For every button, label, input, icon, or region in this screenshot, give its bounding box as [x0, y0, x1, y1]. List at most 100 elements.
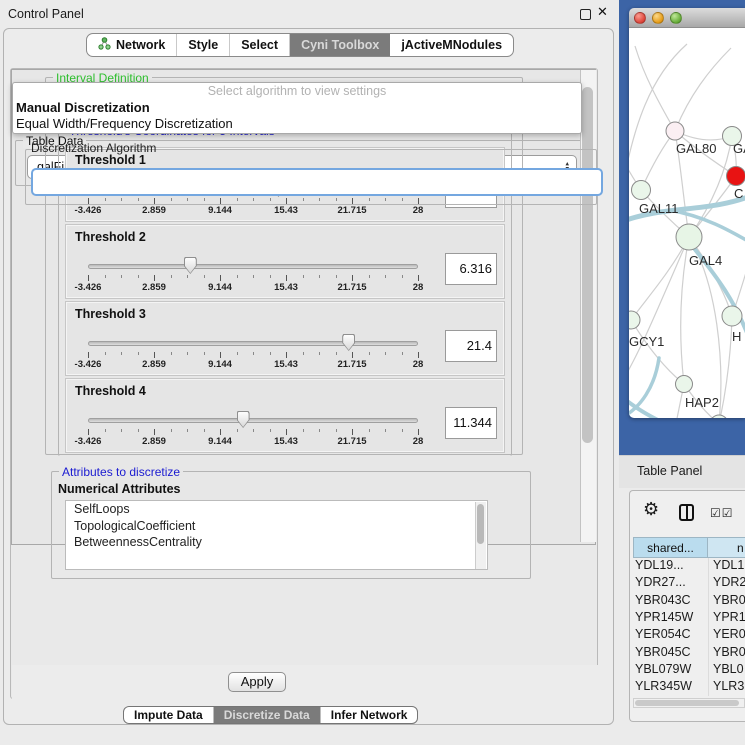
table-hscrollbar-thumb[interactable] — [635, 700, 739, 706]
network-edge[interactable] — [631, 320, 684, 384]
table-row[interactable]: YLR345W YLR3 — [633, 679, 745, 696]
cell-shared-name[interactable]: YDR27... — [635, 575, 686, 589]
tick — [171, 429, 172, 432]
tick — [237, 275, 238, 278]
cell-shared-name[interactable]: YER054C — [635, 627, 691, 641]
threshold-value-field[interactable]: 6.316 — [445, 253, 497, 285]
network-node-gcy1[interactable] — [629, 311, 640, 329]
tick — [336, 275, 337, 278]
apply-button[interactable]: Apply — [228, 672, 286, 692]
tick-label: 21.715 — [337, 205, 366, 216]
tick — [237, 352, 238, 355]
table-row[interactable]: YDL19... YDL1 — [633, 558, 745, 575]
table-row[interactable]: YER054C YER0 — [633, 627, 745, 644]
tab-impute-data[interactable]: Impute Data — [124, 707, 214, 723]
attribute-item-topologicalcoefficient[interactable]: TopologicalCoefficient — [66, 518, 487, 535]
network-edge[interactable] — [629, 44, 687, 196]
cell-shared-name[interactable]: YPR145W — [635, 610, 693, 624]
algorithm-option-equal-width-frequency-discretization[interactable]: Equal Width/Frequency Discretization — [13, 116, 581, 132]
algorithm-option-manual-discretization[interactable]: Manual Discretization — [13, 100, 581, 116]
slider-thumb[interactable] — [184, 257, 197, 274]
tab-select[interactable]: Select — [230, 34, 290, 56]
cell-shared-name[interactable]: YDL19... — [635, 558, 684, 572]
cell-shared-name[interactable]: YLR345W — [635, 679, 692, 693]
cell-name[interactable]: YBL0 — [713, 662, 744, 676]
network-edge[interactable] — [631, 237, 689, 320]
tick — [154, 352, 155, 358]
threshold-value-field[interactable]: 11.344 — [445, 407, 497, 439]
tick — [303, 429, 304, 432]
tab-network[interactable]: Network — [87, 34, 177, 56]
slider-thumb[interactable] — [237, 411, 250, 428]
network-edge-highlighted[interactable] — [629, 358, 659, 418]
network-node-gal4[interactable] — [676, 224, 702, 250]
column-header-name[interactable]: n — [708, 537, 745, 558]
cell-name[interactable]: YER0 — [713, 627, 745, 641]
algorithm-hint-option[interactable]: Select algorithm to view settings — [13, 83, 581, 100]
network-node[interactable] — [710, 415, 728, 418]
tick — [204, 429, 205, 432]
window-title: Control Panel — [8, 7, 84, 21]
network-node-gal11[interactable] — [632, 181, 651, 200]
cell-shared-name[interactable]: YBL079W — [635, 662, 691, 676]
mac-zoom-icon[interactable] — [670, 12, 682, 24]
cell-shared-name[interactable]: YBR045C — [635, 645, 691, 659]
close-icon[interactable]: ✕ — [597, 5, 608, 20]
network-edge[interactable] — [641, 131, 675, 190]
cell-name[interactable]: YLR3 — [713, 679, 744, 693]
tick — [171, 275, 172, 278]
columns-icon[interactable] — [679, 504, 694, 521]
cell-name[interactable]: YBR0 — [713, 593, 745, 607]
network-window-titlebar[interactable] — [629, 8, 745, 28]
tick — [418, 429, 419, 435]
checkbox-icons[interactable]: ☑☑ — [710, 506, 734, 520]
network-node-h[interactable] — [722, 306, 742, 326]
tab-discretize-data[interactable]: Discretize Data — [214, 707, 321, 723]
network-canvas[interactable]: GAL80GACGAL11GAL4GCY1HHAP2 — [629, 28, 745, 418]
table-row[interactable]: YPR145W YPR1 — [633, 610, 745, 627]
column-header-shared-name[interactable]: shared... — [633, 537, 708, 558]
float-window-icon[interactable] — [580, 9, 591, 20]
algorithm-combobox[interactable] — [31, 168, 603, 196]
tab-cyni-toolbox[interactable]: Cyni Toolbox — [290, 34, 390, 56]
mac-close-icon[interactable] — [634, 12, 646, 24]
network-edge[interactable] — [635, 46, 675, 131]
cell-name[interactable]: YDR2 — [713, 575, 745, 589]
table-row[interactable]: YBL079W YBL0 — [633, 662, 745, 679]
slider-track[interactable] — [88, 418, 418, 423]
attribute-item-betweennesscentrality[interactable]: BetweennessCentrality — [66, 534, 487, 545]
slider-thumb[interactable] — [342, 334, 355, 351]
table-hscrollbar[interactable] — [633, 698, 745, 708]
network-node-c[interactable] — [727, 167, 745, 186]
table-panel: ⚙ ☑☑ shared... n YDL19...YDL1YDR27...YDR… — [629, 490, 745, 722]
attributes-scrollbar[interactable] — [475, 502, 486, 545]
tick — [303, 352, 304, 355]
network-edge[interactable] — [675, 48, 731, 131]
tick — [402, 429, 403, 432]
network-node-hap2[interactable] — [676, 376, 693, 393]
slider-track[interactable] — [88, 341, 418, 346]
tab-jactivemnodules[interactable]: jActiveMNodules — [390, 34, 513, 56]
tab-infer-network[interactable]: Infer Network — [321, 707, 418, 723]
mac-minimize-icon[interactable] — [652, 12, 664, 24]
cell-shared-name[interactable]: YBR043C — [635, 593, 691, 607]
network-edge[interactable] — [681, 237, 689, 384]
gear-icon[interactable]: ⚙ — [643, 501, 659, 519]
cell-name[interactable]: YDL1 — [713, 558, 744, 572]
panel-scrollbar[interactable] — [580, 70, 596, 542]
table-row[interactable]: YBR045C YBR0 — [633, 645, 745, 662]
network-node-gal80[interactable] — [666, 122, 684, 140]
slider-ticks: -3.4262.8599.14415.4321.71528 — [88, 429, 418, 451]
slider-track[interactable] — [88, 264, 418, 269]
table-row[interactable]: YBR043C YBR0 — [633, 593, 745, 610]
threshold-value-field[interactable]: 21.4 — [445, 330, 497, 362]
attribute-item-selfloops[interactable]: SelfLoops — [66, 501, 487, 518]
cell-name[interactable]: YBR0 — [713, 645, 745, 659]
tab-style[interactable]: Style — [177, 34, 230, 56]
cell-name[interactable]: YPR1 — [713, 610, 745, 624]
slider-ticks: -3.4262.8599.14415.4321.71528 — [88, 352, 418, 374]
attributes-scrollbar-thumb[interactable] — [477, 504, 484, 544]
tick — [352, 429, 353, 435]
panel-scrollbar-thumb[interactable] — [582, 87, 593, 443]
table-row[interactable]: YDR27... YDR2 — [633, 575, 745, 592]
